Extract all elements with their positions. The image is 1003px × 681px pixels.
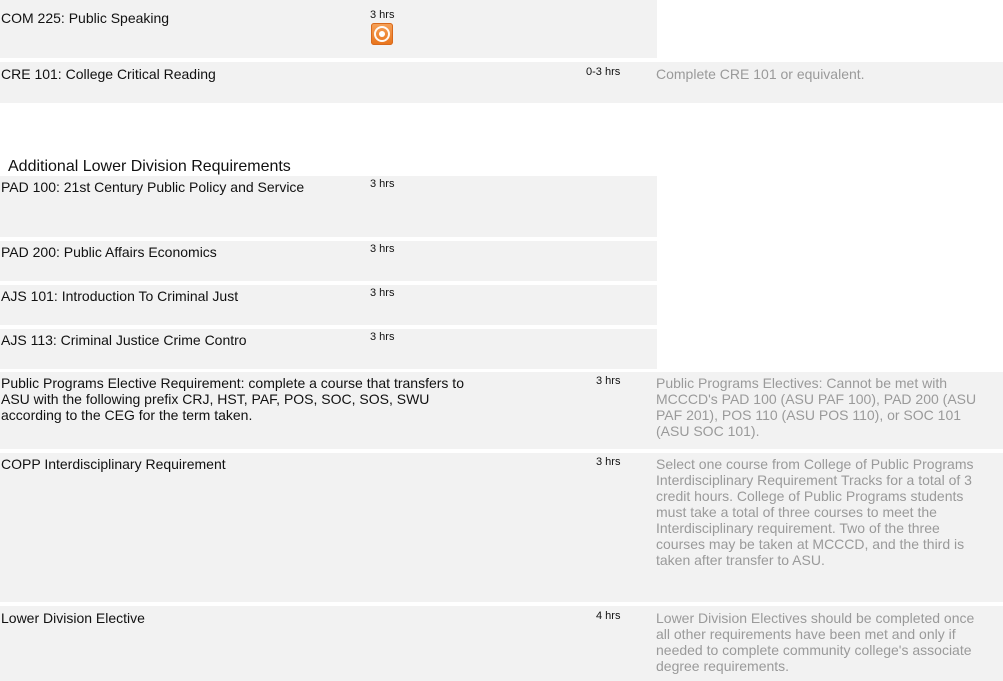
podcast-icon[interactable] bbox=[371, 23, 393, 45]
requirement-name: PAD 200: Public Affairs Economics bbox=[1, 244, 217, 260]
requirement-name: AJS 101: Introduction To Criminal Just bbox=[1, 288, 239, 304]
requirement-name: PAD 100: 21st Century Public Policy and … bbox=[1, 179, 305, 195]
course-name: COM 225: Public Speaking bbox=[1, 10, 170, 26]
course-note: Complete CRE 101 or equivalent. bbox=[656, 66, 865, 82]
course-hours: 3 hrs bbox=[370, 9, 395, 21]
requirement-hours: 3 hrs bbox=[370, 287, 395, 299]
requirement-name: AJS 113: Criminal Justice Crime Contro bbox=[1, 332, 247, 348]
requirement-hours: 3 hrs bbox=[370, 243, 395, 255]
requirement-hours: 3 hrs bbox=[596, 456, 621, 468]
section-title: Additional Lower Division Requirements bbox=[8, 158, 291, 175]
course-row-com225 bbox=[0, 0, 657, 58]
requirement-note: Public Programs Electives: Cannot be met… bbox=[656, 375, 977, 439]
requirement-name: Lower Division Elective bbox=[1, 610, 145, 626]
requirement-note: Lower Division Electives should be compl… bbox=[656, 610, 975, 674]
requirement-hours: 3 hrs bbox=[596, 375, 621, 387]
requirement-hours: 3 hrs bbox=[370, 178, 395, 190]
requirement-note: Select one course from College of Public… bbox=[656, 456, 974, 568]
course-hours: 0-3 hrs bbox=[586, 66, 621, 78]
requirement-hours: 3 hrs bbox=[370, 331, 395, 343]
course-name: CRE 101: College Critical Reading bbox=[1, 66, 216, 82]
requirement-name: Public Programs Elective Requirement: co… bbox=[1, 375, 464, 423]
requirement-hours: 4 hrs bbox=[596, 610, 621, 622]
requirement-name: COPP Interdisciplinary Requirement bbox=[1, 456, 226, 472]
